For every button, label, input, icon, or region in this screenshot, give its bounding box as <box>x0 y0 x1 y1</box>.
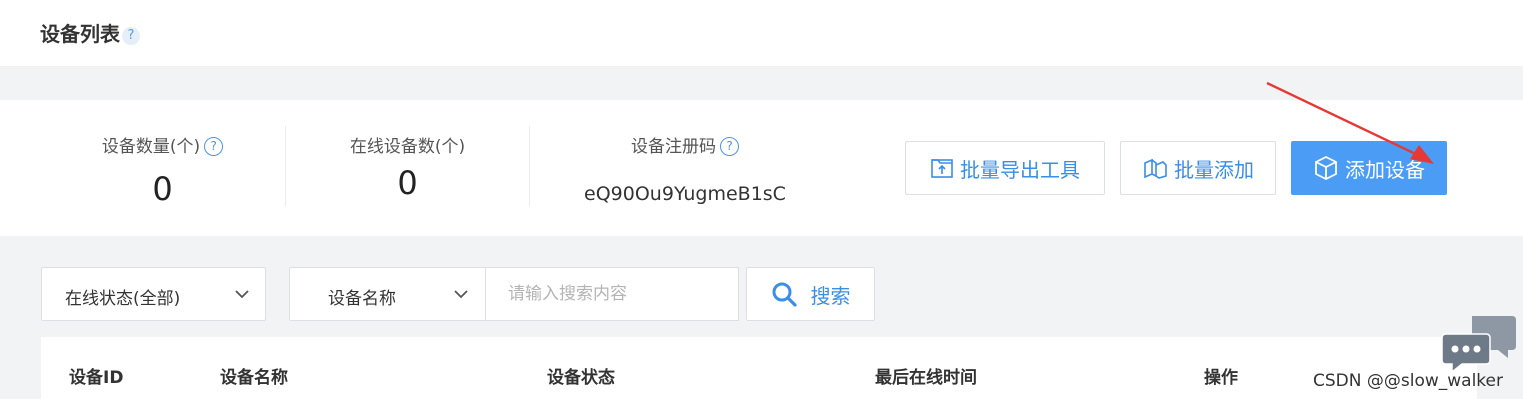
device-count-help-icon[interactable]: ? <box>204 136 224 156</box>
help-icon[interactable]: ? <box>122 26 140 45</box>
field-select-value: 设备名称 <box>328 289 396 309</box>
online-count-stat: 在线设备数(个) 0 <box>305 100 510 236</box>
divider <box>285 126 286 206</box>
column-header-device-id: 设备ID <box>69 368 124 388</box>
device-count-label-row: 设备数量(个)? <box>60 132 265 157</box>
field-select[interactable]: 设备名称 <box>289 267 486 321</box>
annotation-arrow <box>1266 81 1434 164</box>
reg-code-value: eQ90Ou9YugmeB1sC <box>584 183 786 205</box>
reg-code-label: 设备注册码 <box>631 137 716 157</box>
status-select[interactable]: 在线状态(全部) <box>41 267 266 321</box>
device-table-header: 设备ID 设备名称 设备状态 最后在线时间 操作 <box>41 337 1477 399</box>
search-button[interactable]: 搜索 <box>746 267 875 321</box>
reg-code-stat: 设备注册码? eQ90Ou9YugmeB1sC <box>560 100 810 236</box>
page-title-text: 设备列表 <box>40 22 120 46</box>
bulk-export-label: 批量导出工具 <box>960 157 1080 182</box>
search-input[interactable] <box>486 267 739 321</box>
online-count-label: 在线设备数(个) <box>349 137 466 157</box>
chevron-down-icon <box>454 290 468 299</box>
page-title: 设备列表? <box>40 18 140 47</box>
bulk-export-button[interactable]: 批量导出工具 <box>905 141 1105 195</box>
column-header-actions: 操作 <box>1204 368 1238 388</box>
cubes-icon <box>1144 158 1167 179</box>
device-count-value: 0 <box>152 170 173 208</box>
reg-code-label-row: 设备注册码? <box>560 132 810 157</box>
column-header-last-online: 最后在线时间 <box>875 368 977 388</box>
online-count-value: 0 <box>397 164 418 202</box>
watermark: CSDN @@slow_walker <box>1313 371 1503 391</box>
chevron-down-icon <box>235 290 249 299</box>
status-select-value: 在线状态(全部) <box>65 289 181 309</box>
device-count-stat: 设备数量(个)? 0 <box>60 100 265 236</box>
upload-icon <box>931 159 953 178</box>
chat-icon[interactable] <box>1442 314 1518 374</box>
divider <box>529 126 530 206</box>
search-icon <box>772 282 797 307</box>
column-header-device-name: 设备名称 <box>220 368 288 388</box>
search-label: 搜索 <box>810 283 851 308</box>
column-header-device-status: 设备状态 <box>547 368 615 388</box>
bulk-add-label: 批量添加 <box>1174 157 1254 182</box>
bulk-add-button[interactable]: 批量添加 <box>1120 141 1276 195</box>
reg-code-help-icon[interactable]: ? <box>720 136 739 156</box>
device-count-label: 设备数量(个) <box>101 137 201 157</box>
title-bar: 设备列表? <box>0 0 1523 66</box>
